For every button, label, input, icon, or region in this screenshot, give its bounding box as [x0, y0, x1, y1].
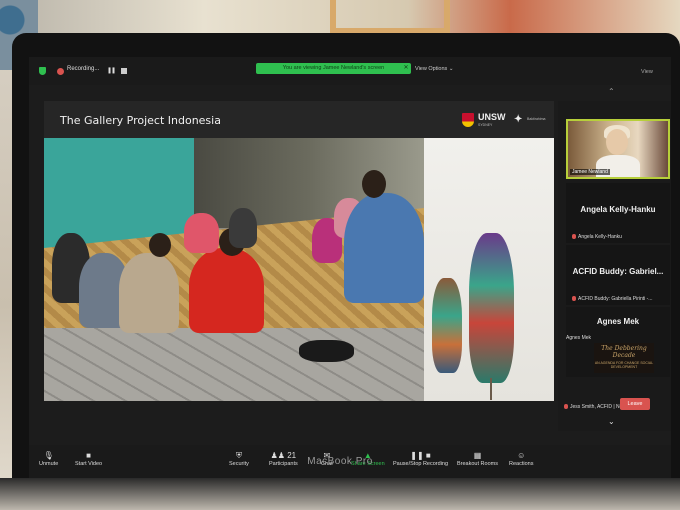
viewing-banner: You are viewing Jamee Newland's screen: [256, 63, 411, 74]
leave-button[interactable]: Leave: [620, 398, 650, 410]
mic-muted-icon: [564, 404, 568, 410]
stop-icon[interactable]: [121, 68, 127, 74]
recording-icon: [57, 68, 64, 75]
participant-big-name: Angela Kelly-Hanku: [580, 205, 656, 214]
mic-muted-icon: [572, 234, 576, 240]
video-tile-active-speaker[interactable]: Jamee Newland: [566, 119, 670, 179]
participant-tile[interactable]: ACFID Buddy: Gabriel... ACFID Buddy: Gab…: [566, 245, 670, 305]
view-menu[interactable]: View: [641, 69, 653, 75]
person: [229, 208, 257, 248]
mic-muted-icon: [572, 296, 576, 302]
zoom-top-bar: Recording... ❚❚ You are viewing Jamee Ne…: [29, 57, 671, 85]
laptop-bottom-lip: [0, 478, 680, 510]
participant-big-name: Agnes Mek: [596, 317, 640, 326]
participant-tile[interactable]: Agnes Mek Agnes Mek The Debbering Decade…: [566, 307, 670, 377]
person: [184, 213, 219, 253]
wayang-puppet-mural: [424, 138, 554, 401]
person-red-shirt: [189, 248, 264, 333]
participant-big-name: ACFID Buddy: Gabriel...: [572, 267, 664, 276]
chevron-down-icon[interactable]: ⌄: [608, 417, 615, 426]
shield-icon[interactable]: [39, 67, 46, 75]
participant-name: ACFID Buddy: Gabriella Pirinti -...: [578, 296, 653, 302]
slide-title: The Gallery Project Indonesia: [60, 114, 221, 127]
participant-tile[interactable]: Angela Kelly-Hanku Angela Kelly-Hanku: [566, 183, 670, 243]
person-blue-shirt: [344, 193, 424, 303]
unsw-logo-sub: SYDNEY: [478, 123, 493, 127]
shared-screen: The Gallery Project Indonesia UNSW SYDNE…: [44, 101, 554, 401]
shared-poster: The Debbering Decade AN AGENDA FOR CHANG…: [594, 343, 654, 373]
participant-name: Angela Kelly-Hanku: [578, 234, 622, 240]
partner-logo-icon: ✦: [514, 114, 523, 125]
poster-subtitle: AN AGENDA FOR CHANGE SOCIAL DEVELOPMENT: [594, 361, 654, 369]
workshop-photo: [44, 138, 424, 401]
view-options-menu[interactable]: View Options ⌄: [415, 66, 453, 72]
person: [119, 253, 179, 333]
pause-icon[interactable]: ❚❚: [107, 67, 116, 74]
poster-title: The Debbering Decade: [601, 345, 647, 359]
unsw-logo-text: UNSW: [478, 112, 506, 122]
unsw-crest-icon: [462, 113, 474, 127]
chair: [330, 0, 450, 34]
partner-logo-text: Baktirahima: [527, 117, 546, 121]
sandals: [299, 340, 354, 362]
participants-gallery: ⌃ Jamee Newland Angela Kelly-Hanku Angel…: [558, 87, 671, 431]
recording-label: Recording...: [67, 66, 100, 72]
participant-name: Agnes Mek: [566, 335, 592, 341]
laptop-brand-label: MacBook Pro: [307, 456, 373, 467]
close-icon[interactable]: ✕: [401, 63, 411, 74]
chevron-up-icon[interactable]: ⌃: [608, 87, 615, 96]
participant-name: Jamee Newland: [570, 169, 610, 175]
zoom-window: Recording... ❚❚ You are viewing Jamee Ne…: [29, 57, 671, 479]
